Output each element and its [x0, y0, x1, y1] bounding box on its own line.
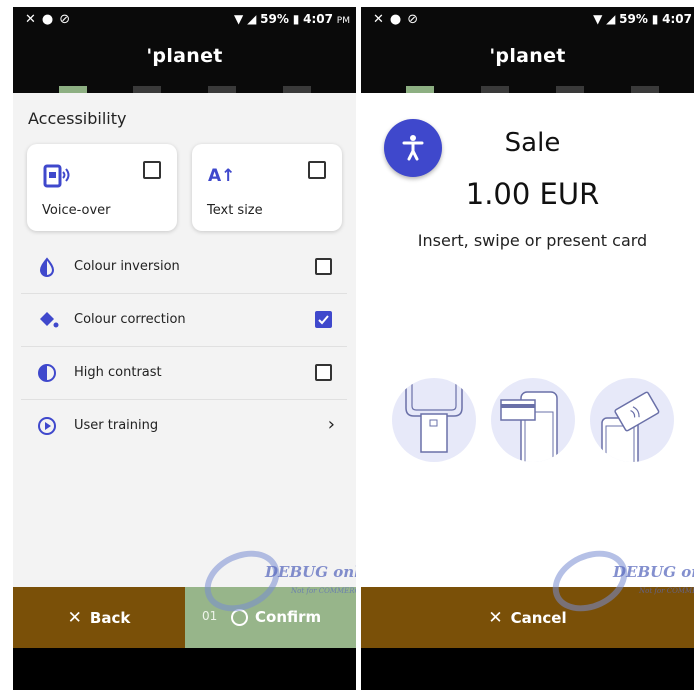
option-label: Colour correction [74, 312, 186, 327]
swipe-card-icon [491, 378, 575, 462]
option-high-contrast[interactable]: High contrast [21, 347, 347, 400]
step-3 [556, 86, 584, 93]
cancel-label: Cancel [510, 608, 567, 627]
section-title: Accessibility [28, 109, 127, 128]
step-4 [283, 86, 311, 93]
step-4 [631, 86, 659, 93]
option-colour-correction[interactable]: Colour correction [21, 294, 347, 347]
system-nav-bar [361, 648, 694, 690]
status-icons: ✕●⊘ [25, 12, 77, 27]
option-label: User training [74, 418, 159, 433]
confirm-button[interactable]: 01 Confirm [185, 587, 356, 648]
sale-amount: 1.00 EUR [465, 177, 600, 211]
colour-correction-icon [37, 310, 59, 330]
colour-correction-checkbox[interactable] [315, 311, 332, 328]
text-size-card[interactable]: A↑ Text size [192, 144, 342, 231]
colour-inversion-checkbox[interactable] [315, 258, 332, 275]
text-size-checkbox[interactable] [308, 161, 326, 179]
step-1 [406, 86, 434, 93]
battery-level: 59% [619, 12, 648, 26]
colour-inversion-icon [37, 257, 57, 277]
sale-screen: ✕●⊘ ▼ ◢ 59% ▮ 4:07 'planet Sale 1.00 EUR… [361, 7, 694, 690]
brand-logo: 'planet [489, 45, 566, 67]
status-icons: ✕●⊘ [373, 12, 425, 27]
app-bar: 'planet [361, 33, 694, 93]
back-label: Back [89, 608, 131, 627]
option-label: Colour inversion [74, 259, 180, 274]
high-contrast-checkbox[interactable] [315, 364, 332, 381]
battery-level: 59% [260, 12, 289, 26]
clock: 4:07 [303, 12, 333, 26]
confirm-count: 01 [202, 609, 218, 623]
circle-icon [231, 609, 248, 626]
voice-over-card[interactable]: Voice-over [27, 144, 177, 231]
clock-ampm: PM [336, 16, 350, 26]
brand-logo: 'planet [146, 45, 223, 67]
high-contrast-icon [37, 363, 57, 383]
cancel-button[interactable]: ✕ Cancel [361, 587, 694, 648]
close-icon: ✕ [488, 607, 503, 628]
chevron-right-icon: › [327, 414, 335, 435]
text-size-label: Text size [207, 203, 263, 218]
system-nav-bar [13, 648, 356, 690]
voice-over-icon [43, 164, 71, 194]
step-2 [481, 86, 509, 93]
step-1 [59, 86, 87, 93]
option-user-training[interactable]: User training › [21, 400, 347, 452]
voice-over-checkbox[interactable] [143, 161, 161, 179]
step-indicator [13, 86, 356, 93]
status-right: ▼ ◢ 59% ▮ 4:07 [593, 12, 692, 26]
sale-title: Sale [504, 128, 561, 158]
card-instruction: Insert, swipe or present card [417, 231, 648, 250]
app-bar: 'planet [13, 33, 356, 93]
status-right: ▼ ◢ 59% ▮ 4:07 PM [234, 12, 350, 26]
debug-text: DEBUG only [265, 563, 356, 581]
close-icon: ✕ [67, 607, 82, 628]
insert-card-icon [392, 378, 476, 462]
step-2 [133, 86, 161, 93]
step-indicator [361, 86, 694, 93]
clock: 4:07 [662, 12, 692, 26]
back-button[interactable]: ✕ Back [13, 587, 185, 648]
confirm-label: Confirm [255, 608, 322, 626]
option-label: High contrast [74, 365, 162, 380]
play-circle-icon [37, 416, 57, 436]
voice-over-label: Voice-over [42, 203, 111, 218]
status-bar: ✕●⊘ ▼ ◢ 59% ▮ 4:07 PM [13, 7, 356, 33]
accessibility-screen: ✕●⊘ ▼ ◢ 59% ▮ 4:07 PM 'planet Accessibil… [13, 7, 356, 690]
debug-text: DEBUG only [613, 563, 694, 581]
step-3 [208, 86, 236, 93]
status-bar: ✕●⊘ ▼ ◢ 59% ▮ 4:07 [361, 7, 694, 33]
text-size-icon: A↑ [208, 166, 236, 186]
option-colour-inversion[interactable]: Colour inversion [21, 241, 347, 294]
contactless-card-icon [590, 378, 674, 462]
